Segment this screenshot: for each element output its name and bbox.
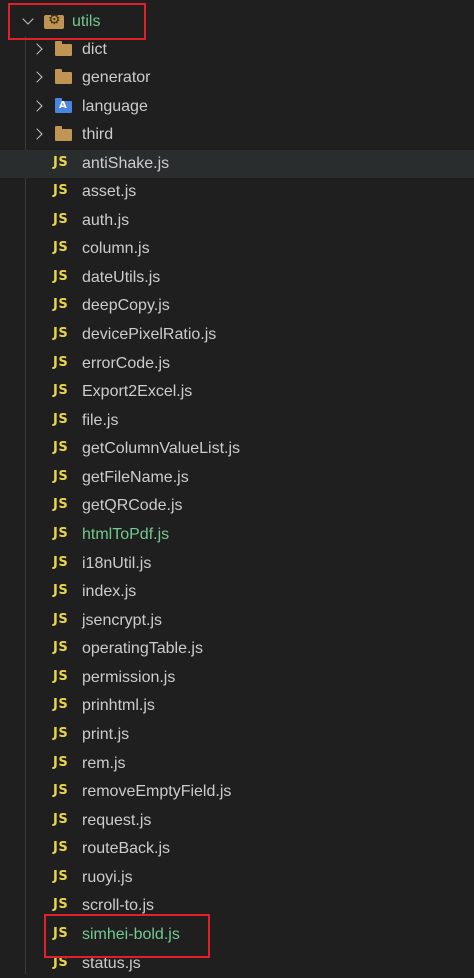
tree-file-jsencrypt[interactable]: JS jsencrypt.js <box>0 607 474 635</box>
javascript-file-icon: JS <box>53 555 69 570</box>
tree-file-operatingtable[interactable]: JS operatingTable.js <box>0 635 474 663</box>
tree-folder-dict[interactable]: dict <box>0 36 474 64</box>
tree-file-antishake[interactable]: JS antiShake.js <box>0 150 474 178</box>
tree-folder-generator[interactable]: generator <box>0 64 474 92</box>
file-label: jsencrypt.js <box>82 612 163 629</box>
tree-file-dateutils[interactable]: JS dateUtils.js <box>0 264 474 292</box>
tree-file-file[interactable]: JS file.js <box>0 407 474 435</box>
tree-file-print[interactable]: JS print.js <box>0 721 474 749</box>
javascript-file-icon: JS <box>53 726 69 741</box>
file-label: rem.js <box>82 755 126 772</box>
file-label: ruoyi.js <box>82 869 133 886</box>
folder-icon <box>55 41 72 56</box>
tree-file-permission[interactable]: JS permission.js <box>0 664 474 692</box>
javascript-file-icon: JS <box>53 183 69 198</box>
language-folder-icon <box>55 98 72 113</box>
file-label: index.js <box>82 583 137 600</box>
javascript-file-icon: JS <box>53 326 69 341</box>
tree-file-auth[interactable]: JS auth.js <box>0 207 474 235</box>
tree-file-column[interactable]: JS column.js <box>0 235 474 263</box>
tree-file-prinhtml[interactable]: JS prinhtml.js <box>0 692 474 720</box>
javascript-file-icon: JS <box>53 755 69 770</box>
tree-file-export2excel[interactable]: JS Export2Excel.js <box>0 378 474 406</box>
file-label: scroll-to.js <box>82 897 155 914</box>
javascript-file-icon: JS <box>53 612 69 627</box>
javascript-file-icon: JS <box>53 669 69 684</box>
file-label: devicePixelRatio.js <box>82 326 217 343</box>
file-label: errorCode.js <box>82 355 171 372</box>
javascript-file-icon: JS <box>53 412 69 427</box>
tree-file-devicepixelratio[interactable]: JS devicePixelRatio.js <box>0 321 474 349</box>
javascript-file-icon: JS <box>53 697 69 712</box>
file-label: antiShake.js <box>82 155 170 172</box>
file-label: permission.js <box>82 669 176 686</box>
tree-file-rem[interactable]: JS rem.js <box>0 750 474 778</box>
file-label: auth.js <box>82 212 130 229</box>
tree-file-ruoyi[interactable]: JS ruoyi.js <box>0 864 474 892</box>
javascript-file-icon: JS <box>53 297 69 312</box>
javascript-file-icon: JS <box>53 897 69 912</box>
file-label: operatingTable.js <box>82 640 203 657</box>
javascript-file-icon: JS <box>53 812 69 827</box>
file-label: routeBack.js <box>82 840 171 857</box>
tree-file-getfilename[interactable]: JS getFileName.js <box>0 464 474 492</box>
javascript-file-icon: JS <box>53 240 69 255</box>
file-label: print.js <box>82 726 130 743</box>
file-label: asset.js <box>82 183 137 200</box>
folder-label: dict <box>82 41 107 58</box>
file-label: deepCopy.js <box>82 297 170 314</box>
tree-file-i18nutil[interactable]: JS i18nUtil.js <box>0 550 474 578</box>
javascript-file-icon: JS <box>53 469 69 484</box>
file-label: getColumnValueList.js <box>82 440 241 457</box>
file-label: htmlToPdf.js <box>82 526 170 543</box>
folder-label: language <box>82 98 148 115</box>
file-label: getFileName.js <box>82 469 189 486</box>
chevron-right-icon[interactable] <box>31 128 43 140</box>
folder-label: generator <box>82 69 151 86</box>
javascript-file-icon: JS <box>53 212 69 227</box>
file-label: file.js <box>82 412 119 429</box>
javascript-file-icon: JS <box>53 640 69 655</box>
chevron-right-icon[interactable] <box>31 71 43 83</box>
javascript-file-icon: JS <box>53 155 69 170</box>
file-label: i18nUtil.js <box>82 555 152 572</box>
tree-file-routeback[interactable]: JS routeBack.js <box>0 835 474 863</box>
chevron-right-icon[interactable] <box>31 43 43 55</box>
tree-file-getqrcode[interactable]: JS getQRCode.js <box>0 492 474 520</box>
javascript-file-icon: JS <box>53 583 69 598</box>
folder-label: third <box>82 126 114 143</box>
javascript-file-icon: JS <box>53 269 69 284</box>
javascript-file-icon: JS <box>53 783 69 798</box>
file-explorer-tree: utils dict generator language third JS a… <box>0 0 474 974</box>
chevron-right-icon[interactable] <box>31 100 43 112</box>
tree-file-asset[interactable]: JS asset.js <box>0 178 474 206</box>
tree-folder-third[interactable]: third <box>0 121 474 149</box>
file-label: prinhtml.js <box>82 697 155 714</box>
highlight-box-simhei-bold <box>44 914 210 958</box>
javascript-file-icon: JS <box>53 355 69 370</box>
javascript-file-icon: JS <box>53 383 69 398</box>
tree-file-errorcode[interactable]: JS errorCode.js <box>0 350 474 378</box>
tree-file-getcolumnvaluelist[interactable]: JS getColumnValueList.js <box>0 435 474 463</box>
tree-file-deepcopy[interactable]: JS deepCopy.js <box>0 292 474 320</box>
folder-icon <box>55 126 72 141</box>
highlight-box-utils <box>8 3 146 40</box>
tree-file-index[interactable]: JS index.js <box>0 578 474 606</box>
tree-file-removeemptyfield[interactable]: JS removeEmptyField.js <box>0 778 474 806</box>
tree-folder-language[interactable]: language <box>0 93 474 121</box>
tree-file-htmltopdf[interactable]: JS htmlToPdf.js <box>0 521 474 549</box>
file-label: Export2Excel.js <box>82 383 193 400</box>
javascript-file-icon: JS <box>53 526 69 541</box>
file-label: removeEmptyField.js <box>82 783 232 800</box>
file-label: dateUtils.js <box>82 269 161 286</box>
file-label: request.js <box>82 812 152 829</box>
file-label: getQRCode.js <box>82 497 183 514</box>
javascript-file-icon: JS <box>53 840 69 855</box>
file-label: column.js <box>82 240 150 257</box>
javascript-file-icon: JS <box>53 440 69 455</box>
javascript-file-icon: JS <box>53 869 69 884</box>
folder-icon <box>55 69 72 84</box>
tree-file-request[interactable]: JS request.js <box>0 807 474 835</box>
javascript-file-icon: JS <box>53 497 69 512</box>
